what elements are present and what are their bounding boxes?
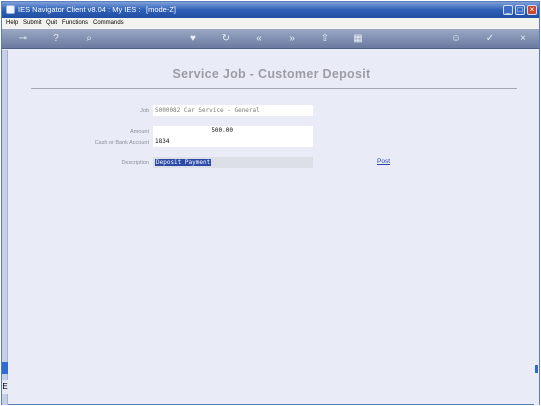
title-divider: [31, 88, 517, 89]
amount-value: 500.00: [211, 127, 233, 134]
menu-commands[interactable]: Commands: [93, 18, 124, 29]
app-window: IES Navigator Client v8.04 : My IES : [m…: [1, 1, 540, 405]
heart-icon[interactable]: ♥: [186, 32, 200, 46]
user-icon[interactable]: ☺: [449, 32, 463, 46]
menu-help[interactable]: Help: [6, 18, 18, 29]
amount-label: Amount: [130, 129, 149, 135]
main-content: Service Job - Customer Deposit Job S0000…: [9, 50, 534, 405]
close-window-button[interactable]: ×: [527, 5, 537, 15]
minimize-button[interactable]: _: [503, 5, 513, 15]
menu-submit[interactable]: Submit: [23, 18, 42, 29]
description-selected-text: Deposit Payment: [155, 159, 212, 166]
help-icon[interactable]: ?: [49, 32, 63, 46]
refresh-icon[interactable]: ↻: [219, 32, 233, 46]
side-tab[interactable]: E: [2, 380, 8, 394]
right-side-marker[interactable]: [535, 365, 538, 373]
job-label: Job: [140, 108, 149, 114]
key-icon[interactable]: ⊸: [16, 32, 30, 46]
grid-icon[interactable]: ▦: [351, 32, 365, 46]
window-title: IES Navigator Client v8.04 : My IES :: [18, 5, 141, 14]
forward-icon[interactable]: »: [285, 32, 299, 46]
left-side-panel: E: [2, 50, 8, 405]
app-icon: [6, 5, 15, 14]
menu-bar: Help Submit Quit Functions Commands: [2, 18, 539, 29]
check-icon[interactable]: ✓: [483, 32, 497, 46]
page-title: Service Job - Customer Deposit: [172, 67, 371, 81]
window-mode: [mode-Z]: [146, 5, 177, 14]
toolbar: ⊸ ? ⌕ ♥ ↻ « » ⇧ ▦ ☺ ✓ ×: [2, 29, 539, 49]
side-tab-indicator[interactable]: [2, 362, 8, 374]
right-side-panel: [534, 50, 539, 405]
description-field[interactable]: Deposit Payment: [153, 157, 313, 168]
cash-account-field[interactable]: 1834: [153, 136, 313, 147]
title-bar: IES Navigator Client v8.04 : My IES : [m…: [2, 2, 539, 18]
amount-field[interactable]: 500.00: [153, 126, 313, 136]
maximize-button[interactable]: □: [515, 5, 525, 15]
cash-account-label: Cash or Bank Account: [94, 140, 149, 146]
menu-functions[interactable]: Functions: [62, 18, 88, 29]
description-label: Description: [121, 160, 149, 166]
search-icon[interactable]: ⌕: [82, 32, 96, 46]
export-icon[interactable]: ⇧: [318, 32, 332, 46]
back-icon[interactable]: «: [252, 32, 266, 46]
post-link[interactable]: Post: [377, 158, 390, 165]
menu-quit[interactable]: Quit: [46, 18, 57, 29]
close-icon[interactable]: ×: [516, 32, 530, 46]
job-field[interactable]: S000082 Car Service - General: [153, 105, 313, 116]
